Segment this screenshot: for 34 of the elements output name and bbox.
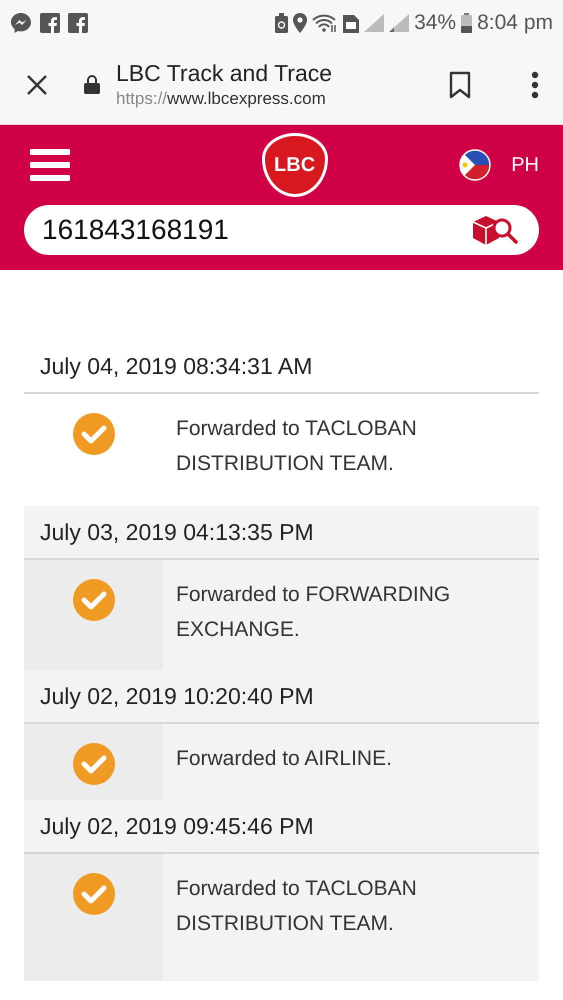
- country-code[interactable]: PH: [511, 154, 539, 176]
- url-scheme: https://: [116, 89, 168, 108]
- more-options-icon[interactable]: [531, 70, 539, 98]
- event-status: Forwarded to TACLOBAN DISTRIBUTION TEAM.: [175, 876, 418, 937]
- lock-icon: [84, 75, 100, 94]
- package-search-icon[interactable]: [471, 213, 519, 247]
- event-status: Forwarded to AIRLINE.: [175, 746, 393, 772]
- url-host: www.lbcexpress.com: [167, 89, 326, 108]
- page-title: LBC Track and Trace: [116, 60, 334, 87]
- lbc-logo[interactable]: LBC: [262, 133, 328, 197]
- bookmark-icon[interactable]: [449, 70, 471, 98]
- event-status: Forwarded to TACLOBAN DISTRIBUTION TEAM.: [175, 416, 418, 477]
- menu-icon[interactable]: [30, 149, 70, 181]
- check-circle-icon: [72, 578, 116, 622]
- tracking-search-field[interactable]: 161843168191: [24, 205, 539, 255]
- sim-card-icon: [343, 12, 360, 32]
- facebook-icon: [40, 12, 60, 32]
- event-date: July 04, 2019 08:34:31 AM: [24, 340, 539, 394]
- wifi-icon: [312, 12, 338, 32]
- facebook-icon: [68, 12, 88, 32]
- close-icon[interactable]: [26, 74, 48, 96]
- battery-icon: [461, 12, 472, 32]
- battery-percentage: 34%: [414, 10, 456, 34]
- flag-icon[interactable]: [459, 149, 492, 181]
- event-status: Forwarded to FORWARDING EXCHANGE.: [175, 582, 452, 643]
- clock-time: 8:04 pm: [477, 10, 553, 34]
- signal-icon: [389, 14, 410, 32]
- location-icon: [293, 12, 308, 32]
- battery-saver-icon: [275, 12, 288, 32]
- check-circle-icon: [72, 412, 116, 456]
- signal-icon: [364, 14, 384, 32]
- check-circle-icon: [72, 742, 116, 786]
- check-circle-icon: [72, 872, 116, 916]
- messenger-icon: [10, 12, 32, 34]
